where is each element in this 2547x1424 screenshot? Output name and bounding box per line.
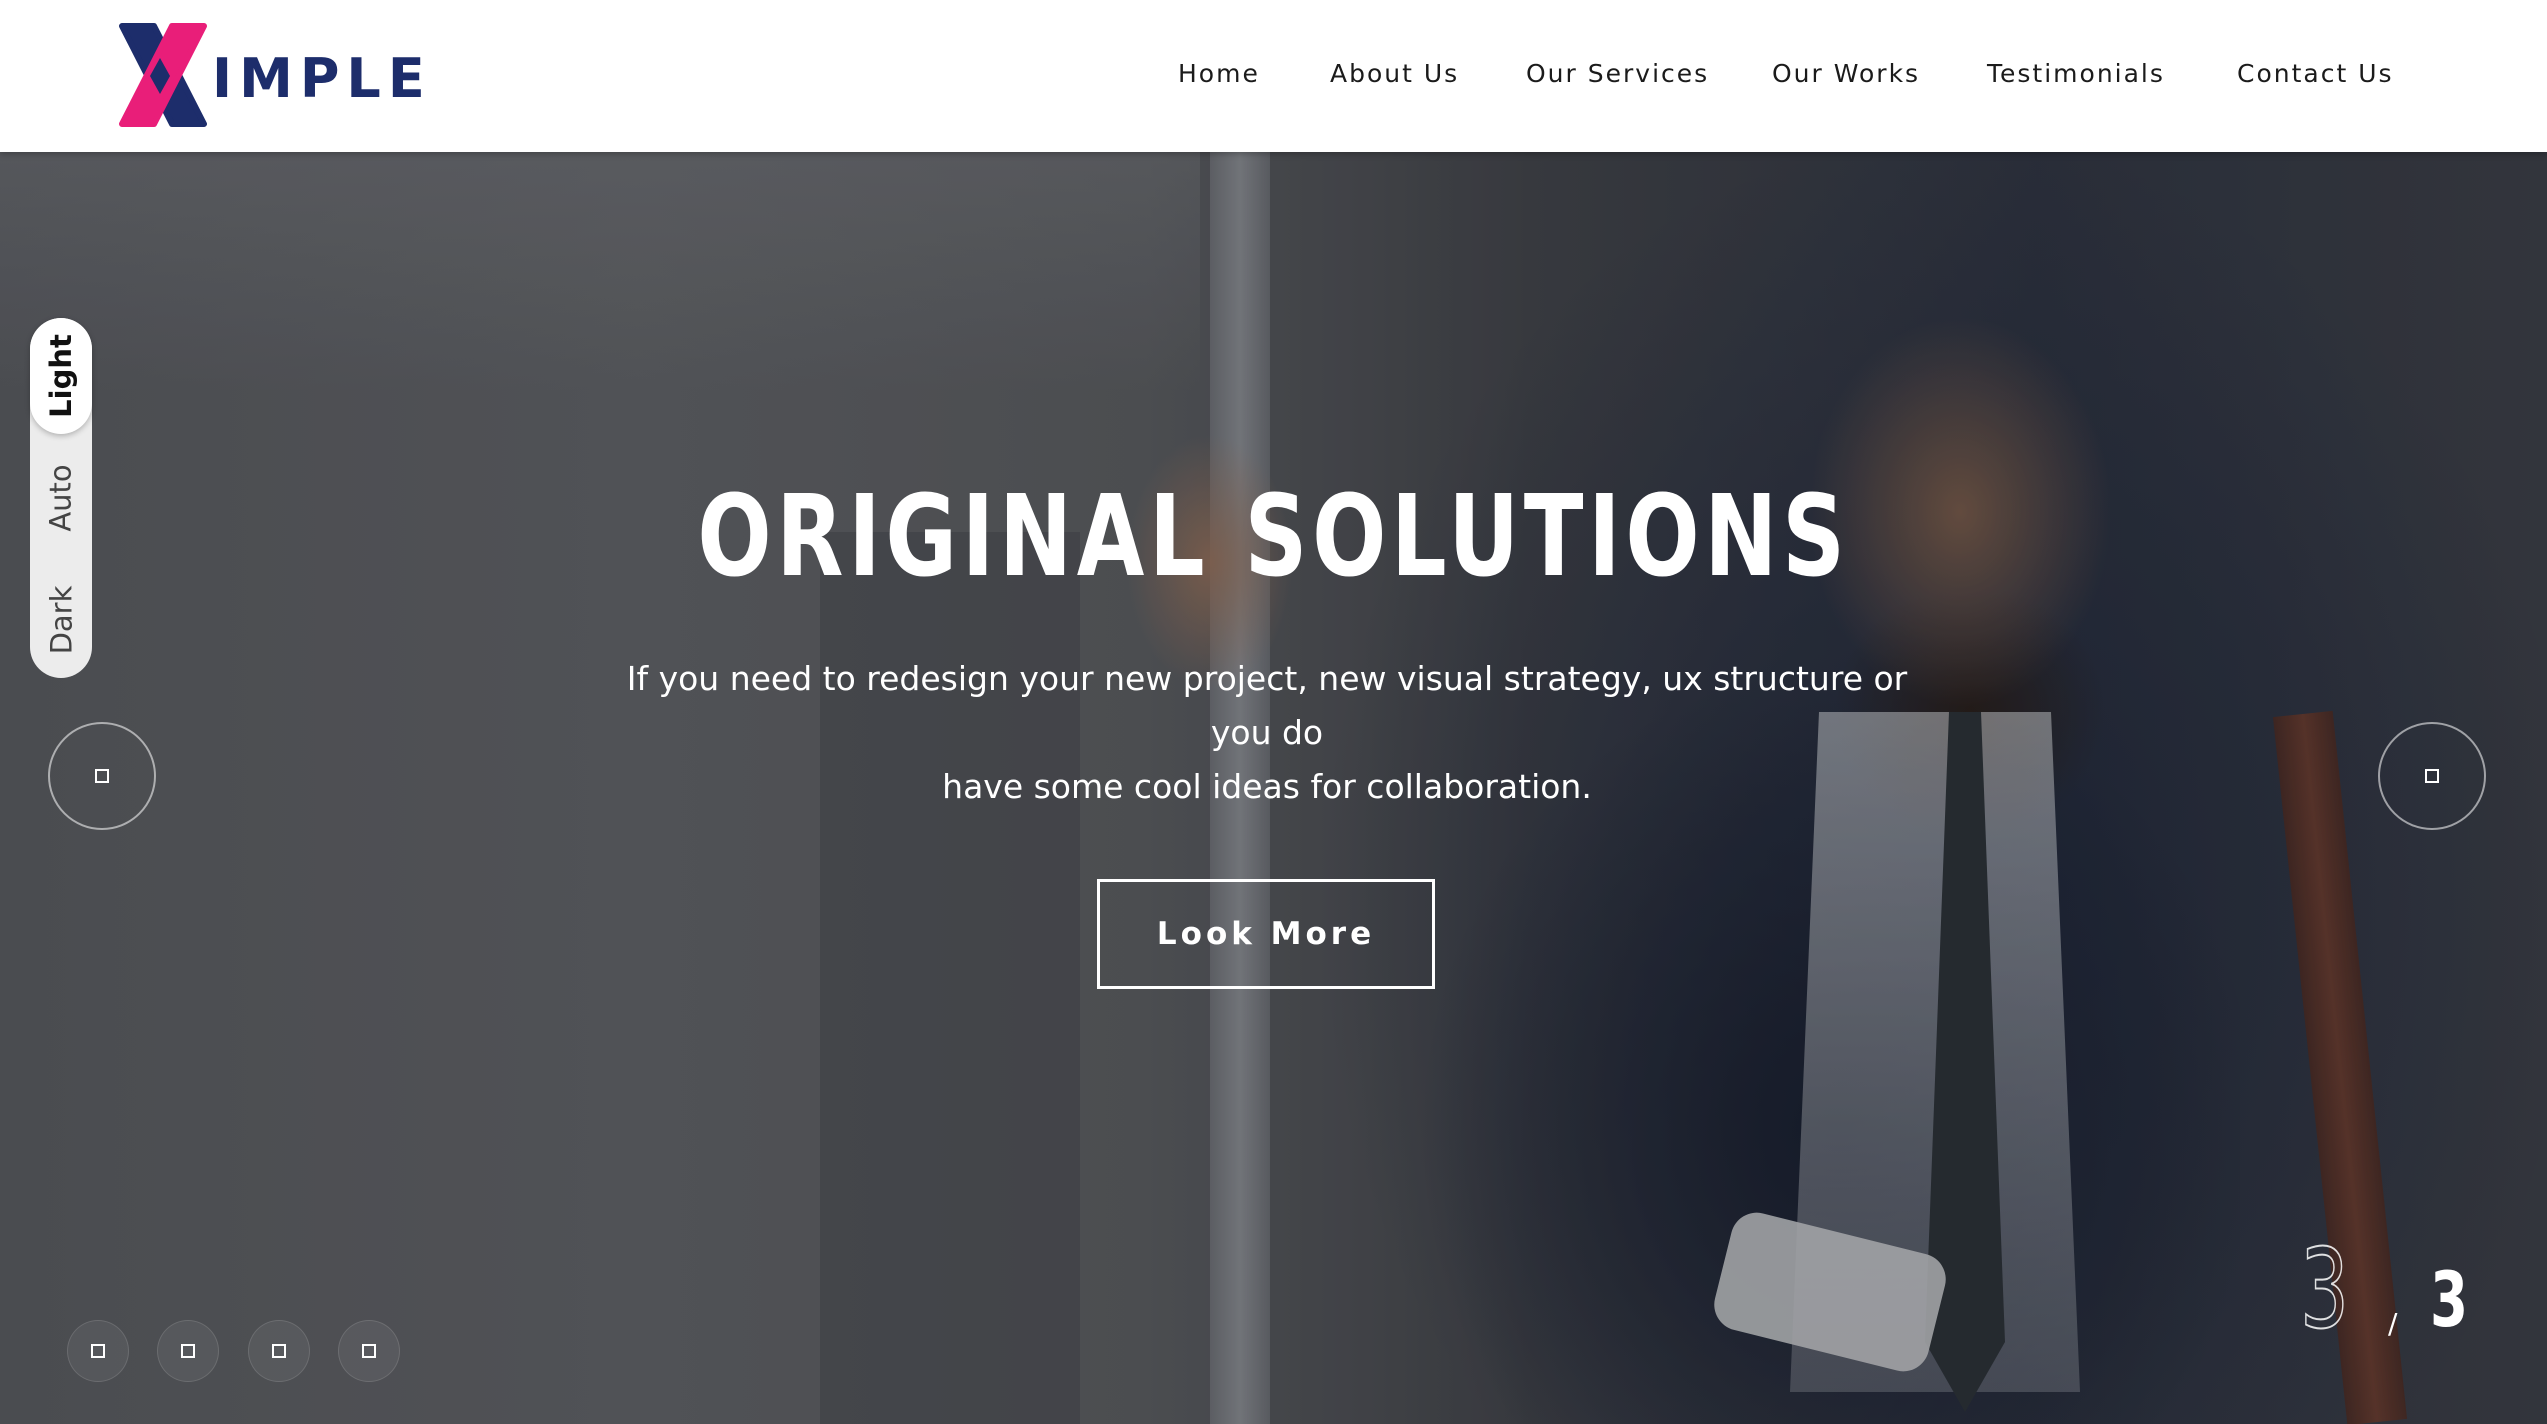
slider-prev-button[interactable] [48,722,156,830]
arrow-right-icon [2425,769,2439,783]
nav-our-services[interactable]: Our Services [1526,52,1709,96]
hero-subtitle: If you need to redesign your new project… [600,652,1934,814]
theme-option-light[interactable]: Light [30,318,92,434]
theme-option-auto-label: Auto [44,464,78,532]
slide-counter-current: 3 [2299,1224,2349,1354]
arrow-left-icon [95,769,109,783]
main-nav: Home About Us Our Services Our Works Tes… [0,52,2547,96]
facebook-icon [91,1344,105,1358]
look-more-button[interactable]: Look More [1097,879,1435,989]
linkedin-icon [362,1344,376,1358]
nav-home[interactable]: Home [1178,52,1260,96]
theme-option-dark[interactable]: Dark [30,562,92,678]
hero-subtitle-line-1: If you need to redesign your new project… [626,659,1908,752]
nav-testimonials[interactable]: Testimonials [1987,52,2165,96]
hero-title: ORIGINAL SOLUTIONS [697,472,1850,602]
nav-contact-us[interactable]: Contact Us [2237,52,2394,96]
social-instagram-link[interactable] [248,1320,310,1382]
social-linkedin-link[interactable] [338,1320,400,1382]
slide-counter-separator: / [2388,1307,2398,1340]
theme-option-dark-label: Dark [44,585,79,655]
site-header: IMPLE Home About Us Our Services Our Wor… [0,0,2547,152]
slide-counter-total: 3 [2430,1255,2469,1344]
instagram-icon [272,1344,286,1358]
hero-slider: ORIGINAL SOLUTIONS If you need to redesi… [0,152,2547,1424]
theme-option-auto[interactable]: Auto [30,440,92,556]
social-twitter-link[interactable] [157,1320,219,1382]
theme-option-light-label: Light [44,334,78,418]
social-facebook-link[interactable] [67,1320,129,1382]
nav-about-us[interactable]: About Us [1330,52,1459,96]
nav-our-works[interactable]: Our Works [1772,52,1920,96]
twitter-icon [181,1344,195,1358]
hero-subtitle-line-2: have some cool ideas for collaboration. [942,767,1592,806]
slider-next-button[interactable] [2378,722,2486,830]
theme-switcher: Light Auto Dark [30,318,92,678]
